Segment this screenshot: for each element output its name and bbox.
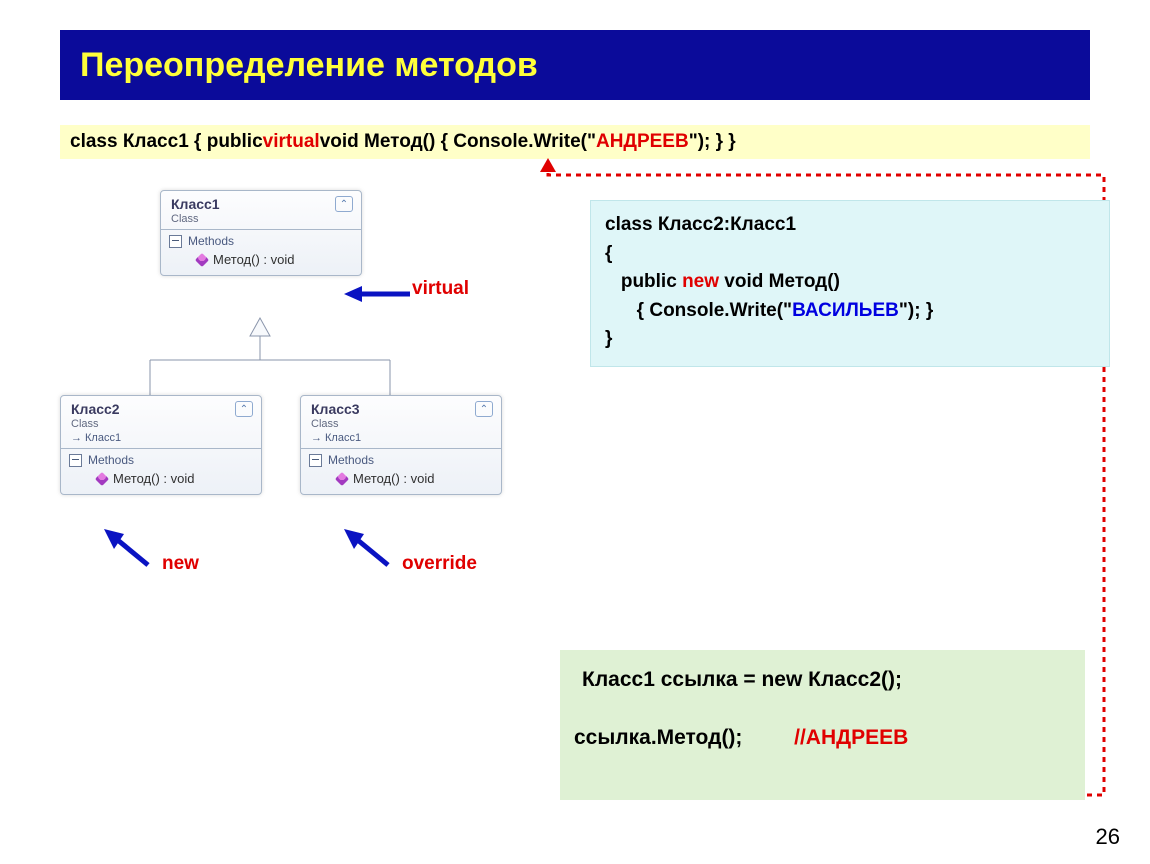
code-text: { Console.Write(": [605, 300, 792, 321]
uml-class1: Класс1 Class ⌃ Methods Метод() : void: [160, 190, 362, 276]
uml-base-name: Класс1: [85, 432, 121, 444]
uml-inheritance-lines: [0, 0, 600, 600]
code-line: Класс1 ссылка = new Класс2();: [574, 664, 1071, 696]
uml-method-text: Метод() : void: [213, 252, 294, 267]
page-number: 26: [1096, 824, 1120, 850]
keyword-new: new: [682, 271, 719, 292]
uml-inherits: →Класс1: [311, 432, 361, 444]
code-text: void Метод(): [719, 271, 840, 292]
comment-slashes: //: [794, 726, 806, 749]
annotation-virtual: virtual: [412, 278, 469, 300]
code-text: ссылка.Метод();: [574, 726, 742, 749]
string-blue: ВАСИЛЬЕВ: [792, 300, 899, 321]
uml-base-name: Класс1: [325, 432, 361, 444]
slide: Переопределение методов class Класс1 { p…: [0, 0, 1150, 864]
arrow-new: [96, 525, 166, 575]
uml-method-text: Метод() : void: [353, 471, 434, 486]
uml-method: Метод() : void: [169, 248, 353, 267]
collapse-icon: ⌃: [335, 196, 353, 212]
uml-inherits: →Класс1: [71, 432, 121, 444]
uml-class1-name: Класс1: [171, 196, 220, 212]
uml-method: Метод() : void: [69, 467, 253, 486]
uml-methods-label: Methods: [309, 453, 493, 467]
collapse-icon: ⌃: [475, 401, 493, 417]
code-line: {: [605, 240, 1095, 269]
annotation-override: override: [402, 553, 477, 575]
uml-class-label: Class: [171, 213, 220, 225]
minus-icon: [169, 235, 182, 248]
comment-text: АНДРЕЕВ: [806, 726, 908, 749]
code-line: ссылка.Метод(); //АНДРЕЕВ: [574, 722, 1071, 754]
code-text: "); }: [899, 300, 933, 321]
code-line: public new void Метод(): [605, 268, 1095, 297]
uml-class-label: Class: [311, 418, 361, 430]
uml-methods-label: Methods: [69, 453, 253, 467]
uml-class2: Класс2 Class →Класс1 ⌃ Methods Метод() :…: [60, 395, 262, 495]
code-line: class Класс2:Класс1: [605, 211, 1095, 240]
uml-section-text: Methods: [328, 453, 374, 467]
code-line: { Console.Write("ВАСИЛЬЕВ"); }: [605, 297, 1095, 326]
code-block-usage: Класс1 ссылка = new Класс2(); ссылка.Мет…: [560, 650, 1085, 800]
minus-icon: [309, 454, 322, 467]
code-block-class2: class Класс2:Класс1 { public new void Ме…: [590, 200, 1110, 367]
collapse-icon: ⌃: [235, 401, 253, 417]
uml-class-label: Class: [71, 418, 121, 430]
minus-icon: [69, 454, 82, 467]
code-text: public: [605, 271, 682, 292]
uml-section-text: Methods: [188, 234, 234, 248]
code-line: }: [605, 325, 1095, 354]
uml-methods-label: Methods: [169, 234, 353, 248]
uml-method-text: Метод() : void: [113, 471, 194, 486]
uml-class3-name: Класс3: [311, 401, 361, 417]
method-icon: [195, 252, 209, 266]
uml-class2-name: Класс2: [71, 401, 121, 417]
method-icon: [95, 471, 109, 485]
annotation-new: new: [162, 553, 199, 575]
arrow-override: [336, 525, 406, 575]
arrow-virtual: [340, 282, 420, 306]
uml-class3: Класс3 Class →Класс1 ⌃ Methods Метод() :…: [300, 395, 502, 495]
method-icon: [335, 471, 349, 485]
uml-section-text: Methods: [88, 453, 134, 467]
uml-method: Метод() : void: [309, 467, 493, 486]
